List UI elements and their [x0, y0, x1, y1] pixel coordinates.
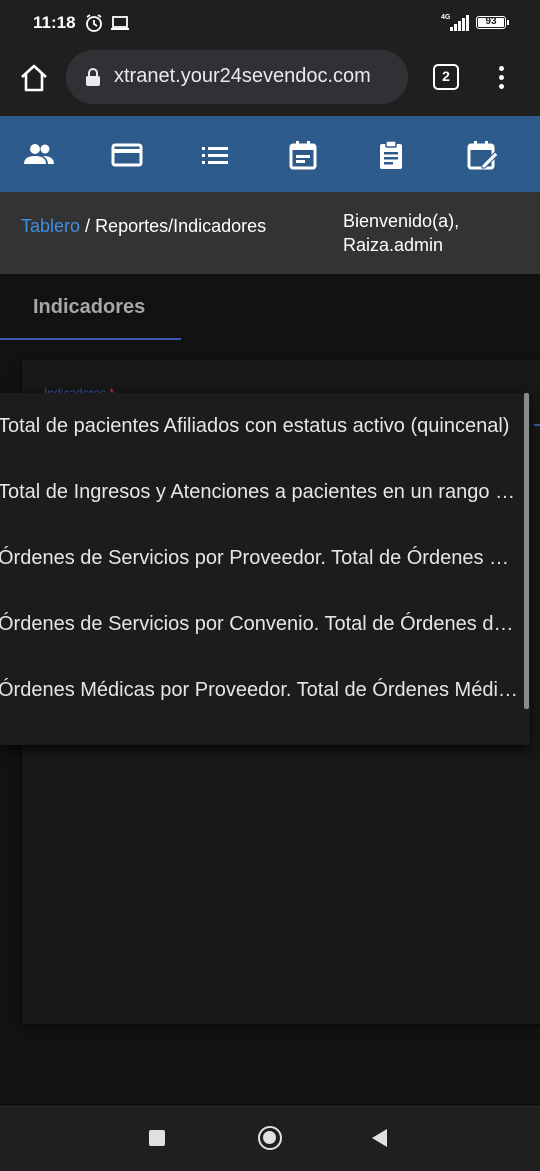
- status-time: 11:18: [33, 13, 76, 32]
- calendar-edit-icon[interactable]: [466, 138, 500, 172]
- breadcrumb-current: Reportes/Indicadores: [95, 216, 267, 236]
- tab-switcher-button[interactable]: 2: [433, 64, 459, 90]
- home-icon[interactable]: [17, 61, 51, 95]
- users-icon[interactable]: [22, 138, 56, 172]
- network-type: 4G: [441, 14, 451, 21]
- alarm-icon: [86, 14, 102, 32]
- battery-icon: 93: [476, 16, 506, 29]
- browser-toolbar: xtranet.your24sevendoc.com 2: [0, 44, 540, 116]
- back-icon[interactable]: [372, 1129, 387, 1147]
- url-text: xtranet.your24sevendoc.com: [114, 65, 371, 87]
- breadcrumb-bar: Tablero / Reportes/Indicadores Bienvenid…: [0, 192, 540, 274]
- status-bar: 11:18 4G 93: [0, 0, 540, 44]
- clipboard-icon[interactable]: [374, 138, 408, 172]
- credit-card-icon[interactable]: [110, 138, 144, 172]
- breadcrumb: Tablero / Reportes/Indicadores: [21, 216, 266, 237]
- app-navbar: [0, 116, 540, 192]
- indicadores-dropdown: Total de pacientes Afiliados con estatus…: [0, 393, 530, 745]
- lock-icon: [86, 68, 100, 86]
- dropdown-option[interactable]: Órdenes de Servicios por Convenio. Total…: [0, 591, 518, 657]
- recents-icon[interactable]: [149, 1130, 165, 1146]
- breadcrumb-link-tablero[interactable]: Tablero: [21, 216, 80, 236]
- list-icon[interactable]: [198, 138, 232, 172]
- select-underline: [534, 424, 540, 426]
- dropdown-option[interactable]: Total de pacientes Afiliados con estatus…: [0, 393, 518, 459]
- breadcrumb-separator: /: [80, 216, 96, 236]
- home-circle-icon[interactable]: [258, 1126, 282, 1150]
- system-navigation-bar: [0, 1106, 540, 1171]
- dropdown-scrollbar[interactable]: [524, 393, 529, 709]
- welcome-message: Bienvenido(a), Raiza.admin: [343, 209, 459, 257]
- dropdown-option[interactable]: Órdenes Médicas por Proveedor. Total de …: [0, 657, 518, 723]
- dropdown-option[interactable]: Órdenes de Servicios por Proveedor. Tota…: [0, 525, 518, 591]
- calendar-icon[interactable]: [286, 138, 320, 172]
- tab-indicadores[interactable]: Indicadores: [0, 274, 181, 340]
- menu-icon[interactable]: [488, 62, 514, 92]
- signal-icon: [450, 15, 469, 31]
- welcome-greeting: Bienvenido(a),: [343, 211, 460, 231]
- dropdown-option[interactable]: Total de Ingresos y Atenciones a pacient…: [0, 459, 518, 525]
- battery-tip: [507, 20, 509, 25]
- tab-label: Indicadores: [33, 296, 146, 318]
- laptop-icon: [111, 16, 129, 30]
- welcome-username: Raiza.admin: [343, 235, 444, 255]
- address-bar[interactable]: xtranet.your24sevendoc.com: [66, 50, 408, 104]
- battery-percent: 93: [485, 16, 497, 27]
